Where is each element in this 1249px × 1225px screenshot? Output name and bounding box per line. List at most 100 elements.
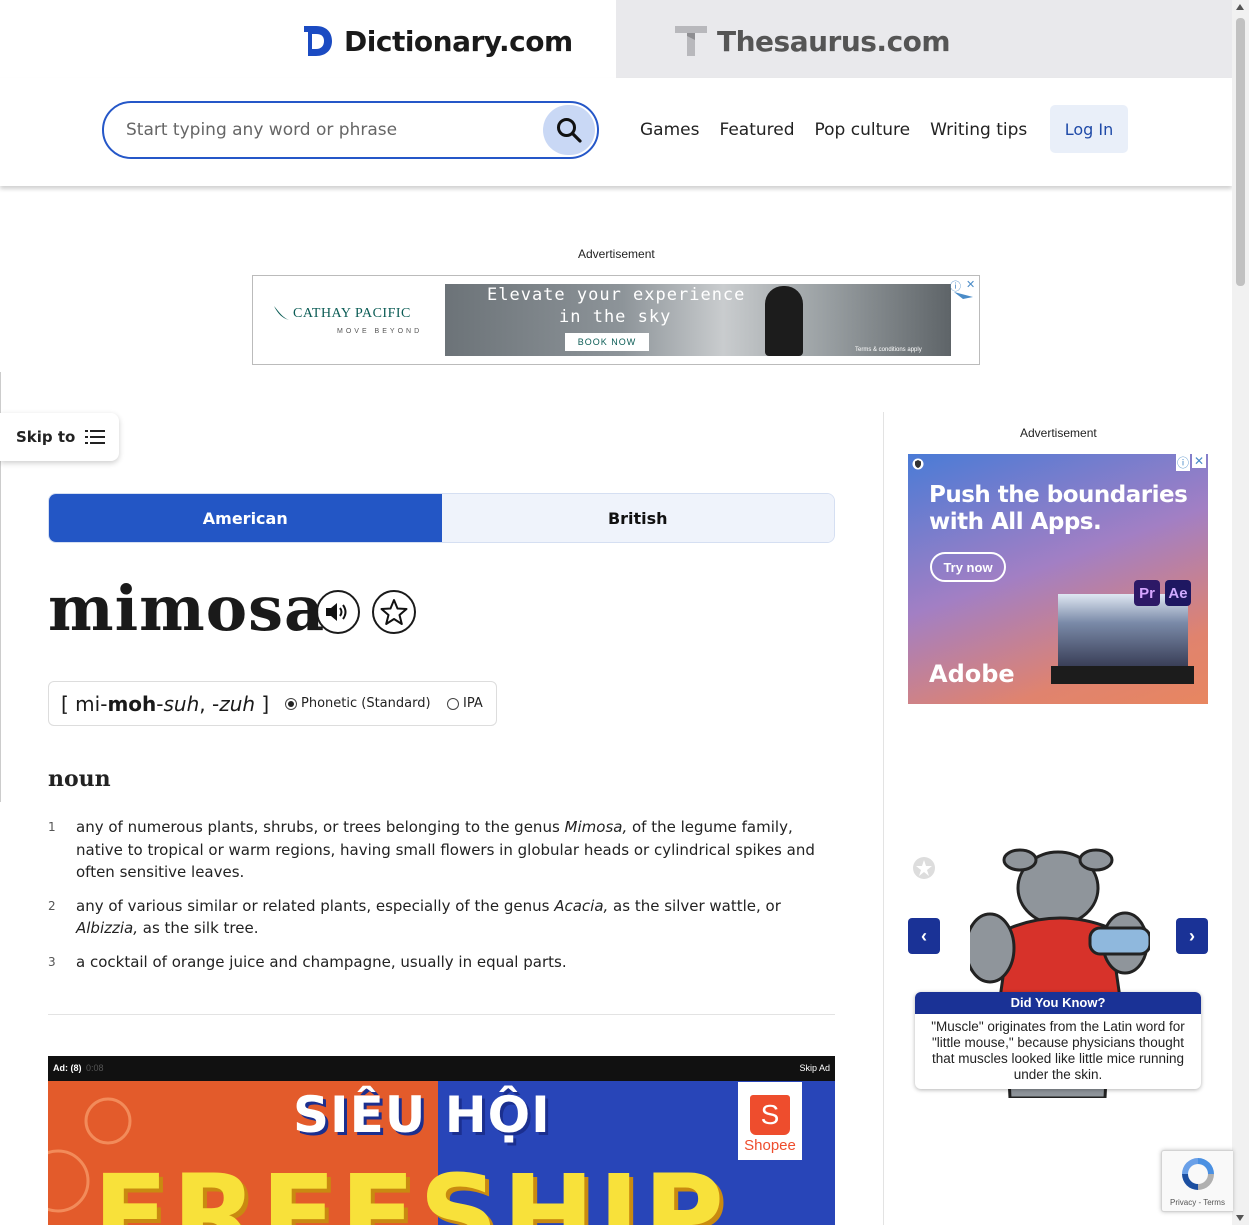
next-arrow-button[interactable]: › (1176, 918, 1208, 954)
site-header: Games Featured Pop culture Writing tips … (0, 78, 1232, 186)
shopee-bag-icon: S (750, 1095, 790, 1135)
radio-ipa-icon[interactable] (447, 697, 459, 710)
video-ad-count: Ad: (8) (53, 1063, 82, 1073)
nav-pop-culture[interactable]: Pop culture (815, 120, 911, 140)
skip-ad-button[interactable]: Skip Ad (799, 1063, 830, 1073)
banner-ad[interactable]: CATHAY PACIFIC MOVE BEYOND Elevate your … (252, 275, 980, 365)
pron-separator: , - (199, 691, 220, 716)
shopee-label: Shopee (744, 1137, 796, 1154)
pron-variant: zuh (219, 691, 256, 716)
ad-close-icon[interactable]: ✕ (1192, 454, 1207, 468)
after-effects-icon: Ae (1165, 580, 1191, 606)
headword: mimosa (48, 572, 326, 645)
pron-syllable-stressed: moh (107, 691, 157, 716)
page-scrollbar[interactable] (1232, 0, 1249, 1225)
search-icon (557, 118, 582, 143)
radio-ipa-label: IPA (463, 696, 483, 711)
skip-to-button[interactable]: Skip to (0, 413, 119, 461)
shopee-logo: S Shopee (738, 1082, 802, 1160)
site-tabs: Dictionary.com Thesaurus.com (0, 0, 1232, 78)
radio-phonetic-icon[interactable] (285, 697, 297, 710)
search-input[interactable] (126, 117, 526, 143)
radio-phonetic[interactable]: Phonetic (Standard) (285, 696, 431, 711)
definition-text: as the silk tree. (138, 919, 259, 937)
ad-info-icon[interactable]: ⓘ (950, 278, 961, 294)
recaptcha-badge[interactable]: Privacy - Terms (1161, 1150, 1233, 1212)
banner-book-now-button[interactable]: BOOK NOW (565, 333, 649, 351)
dictionary-logo-icon (304, 26, 332, 56)
definition-genus: Albizzia, (76, 919, 138, 937)
audio-button[interactable] (316, 590, 360, 634)
ad-label-top: Advertisement (578, 247, 655, 261)
thesaurus-brand-text: Thesaurus.com (717, 24, 951, 58)
radio-phonetic-label: Phonetic (Standard) (301, 696, 431, 711)
banner-headline: Elevate your experience in the sky (487, 284, 745, 328)
definition-item: 2 any of various similar or related plan… (48, 895, 828, 940)
pronunciation-text: [ mi-moh-suh, -zuh ] (61, 692, 269, 716)
banner-tagline: MOVE BEYOND (337, 328, 423, 335)
dictionary-logo[interactable]: Dictionary.com (302, 24, 573, 58)
ad-close-icon[interactable]: ✕ (966, 278, 975, 291)
sidebar-ad[interactable]: ⓘ ✕ Push the boundaries with All Apps. T… (908, 454, 1208, 704)
radio-ipa[interactable]: IPA (447, 696, 483, 711)
nav-featured[interactable]: Featured (719, 120, 794, 140)
video-ad-bar: Ad: (8) 0:08 Skip Ad (48, 1056, 835, 1081)
did-you-know-widget: ‹ › Did You Know? "Muscle" originates fr… (908, 848, 1208, 1098)
laptop-base-image (1051, 666, 1194, 684)
try-now-button[interactable]: Try now (930, 552, 1006, 582)
banner-headline-2: in the sky (559, 307, 672, 327)
favorite-button[interactable] (372, 590, 416, 634)
definition-text: a cocktail of orange juice and champagne… (76, 952, 567, 971)
toggle-american[interactable]: American (49, 494, 442, 542)
scroll-thumb[interactable] (1236, 18, 1245, 286)
definition-text: any of numerous plants, shrubs, or trees… (76, 818, 565, 836)
scroll-down-arrow-icon[interactable] (1236, 1215, 1244, 1221)
thesaurus-logo[interactable]: Thesaurus.com (675, 24, 951, 58)
section-divider (48, 1014, 835, 1015)
cathay-logo-icon (274, 306, 289, 320)
nav-games[interactable]: Games (640, 120, 699, 140)
banner-photo: Elevate your experience in the sky BOOK … (445, 284, 951, 356)
star-icon (380, 599, 408, 625)
toggle-british[interactable]: British (441, 494, 834, 542)
tab-thesaurus[interactable]: Thesaurus.com (616, 0, 1232, 78)
column-divider (883, 412, 884, 1225)
video-ad-title: SIÊU HỘI (293, 1086, 551, 1144)
dialect-toggle: American British (48, 493, 835, 543)
scroll-up-arrow-icon[interactable] (1236, 4, 1244, 10)
video-ad-freeship: FREESHIP (93, 1151, 728, 1225)
nav-writing-tips[interactable]: Writing tips (930, 120, 1027, 140)
speaker-icon (326, 603, 347, 621)
shield-icon (912, 458, 924, 470)
recaptcha-links[interactable]: Privacy - Terms (1170, 1198, 1225, 1207)
pron-bracket-open: [ (61, 691, 76, 716)
tab-dictionary[interactable]: Dictionary.com (0, 0, 616, 78)
definition-number: 3 (48, 954, 56, 969)
search-button[interactable] (543, 105, 595, 155)
recaptcha-icon (1182, 1158, 1214, 1190)
part-of-speech: noun (48, 766, 111, 792)
ad-info-icon[interactable]: ⓘ (1176, 454, 1191, 471)
adobe-logo: Adobe (929, 660, 1015, 688)
sidebar-ad-headline-2: with All Apps. (929, 509, 1102, 535)
list-icon (85, 430, 106, 444)
video-ad[interactable]: Ad: (8) 0:08 Skip Ad SIÊU HỘI FREESHIP S… (48, 1056, 835, 1225)
video-ad-timer: 0:08 (86, 1063, 104, 1073)
premiere-icon: Pr (1134, 580, 1160, 606)
definitions-list: 1 any of numerous plants, shrubs, or tre… (48, 816, 828, 984)
skip-to-label: Skip to (16, 428, 76, 446)
login-button[interactable]: Log In (1050, 105, 1128, 153)
banner-headline-1: Elevate your experience (487, 285, 746, 305)
sidebar-ad-headline: Push the boundaries with All Apps. (929, 482, 1188, 536)
star-badge-icon[interactable] (912, 856, 936, 880)
banner-person-image (765, 286, 803, 356)
sidebar-ad-headline-1: Push the boundaries (929, 482, 1188, 508)
main-nav: Games Featured Pop culture Writing tips (640, 120, 1027, 140)
definition-number: 2 (48, 898, 56, 913)
definition-item: 3 a cocktail of orange juice and champag… (48, 951, 828, 974)
prev-arrow-button[interactable]: ‹ (908, 918, 940, 954)
did-you-know-title: Did You Know? (915, 992, 1201, 1014)
thesaurus-logo-icon (675, 26, 707, 56)
did-you-know-text: "Muscle" originates from the Latin word … (931, 1019, 1185, 1082)
banner-brand: CATHAY PACIFIC (293, 306, 411, 321)
